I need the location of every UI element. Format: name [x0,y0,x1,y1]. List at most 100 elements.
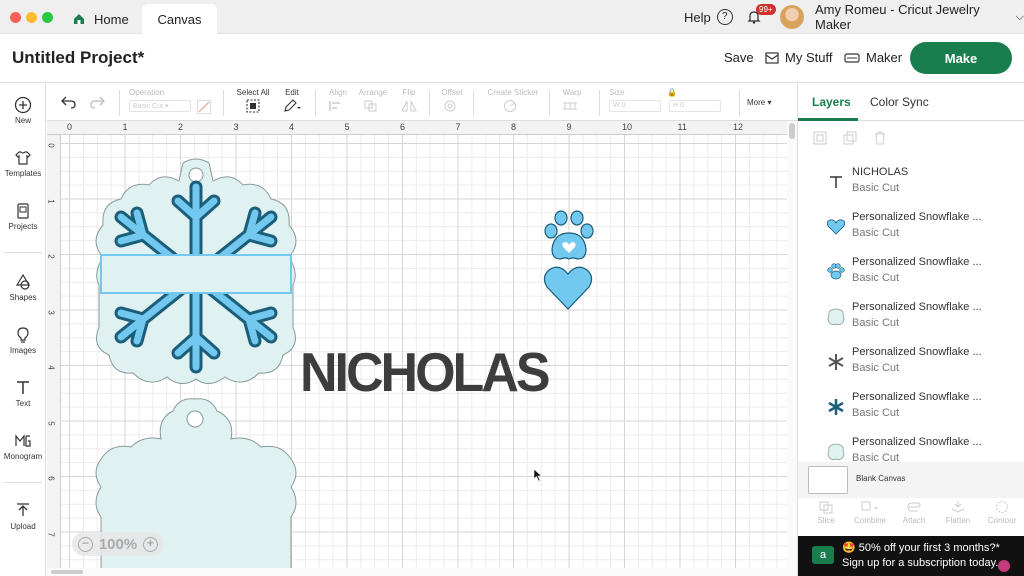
attach-button[interactable]: Attach [894,500,934,525]
ruler-tick-label: 2 [178,122,184,132]
contour-button[interactable]: Contour [982,500,1022,525]
account-menu[interactable]: Amy Romeu - Cricut Jewelry Maker ⌵ [815,0,1024,34]
ruler-tick-label: 1 [46,198,56,204]
toolbar-divider [473,90,474,116]
close-window-button[interactable] [10,12,21,23]
blank-canvas-row[interactable]: Blank Canvas [798,462,1024,498]
warp-button[interactable]: Warp [557,88,587,115]
home-icon [74,14,84,24]
zoom-in-button[interactable]: + [143,536,158,552]
flip-button[interactable]: Flip [397,88,421,115]
layer-bottom-actions: Slice Combine Attach Flatten Contour [798,498,1024,536]
page-title[interactable]: Untitled Project* [12,48,144,68]
text-t-icon [830,176,842,188]
vertical-scroll-thumb[interactable] [789,123,795,139]
help-button[interactable]: Help ? [684,0,733,34]
sidebar-item-upload[interactable]: Upload [0,502,46,531]
height-input[interactable]: H 0 [669,100,721,112]
mouse-cursor-icon [533,468,543,482]
zoom-out-button[interactable]: − [78,536,93,552]
layer-row[interactable]: Personalized Snowflake ... Basic Cut [808,297,1013,341]
heart-icon [826,219,846,235]
layer-row[interactable]: Personalized Snowflake ... Basic Cut [808,342,1013,386]
create-sticker-button[interactable]: Create Sticker [483,88,543,115]
sidebar-item-text[interactable]: Text [0,379,46,408]
sidebar-item-images[interactable]: Images [0,326,46,355]
sidebar-item-new[interactable]: New [0,96,46,125]
horizontal-scrollbar[interactable] [47,568,797,576]
toolbar-divider [599,90,600,116]
linetype-swatch-icon[interactable] [197,100,211,114]
select-all-button[interactable]: Select All [233,88,273,116]
duplicate-icon[interactable] [842,130,858,146]
shirt-icon [15,151,31,165]
sidebar-item-templates[interactable]: Templates [0,149,46,178]
group-icon[interactable] [812,130,828,146]
flatten-button[interactable]: Flatten [938,500,978,525]
make-button[interactable]: Make [910,42,1012,74]
operation-select[interactable]: Basic Cut ▾ [129,100,191,112]
arrange-icon [364,100,377,112]
machine-icon [844,52,860,63]
promo-banner[interactable]: a 🤩 50% off your first 3 months?* Sign u… [798,536,1024,576]
chevron-down-icon: ⌵ [1015,10,1024,23]
tab-layers[interactable]: Layers [812,95,851,109]
trash-icon[interactable] [872,130,888,146]
make-label: Make [944,50,978,66]
flatten-label: Flatten [945,516,971,525]
align-button[interactable]: Align [325,88,351,115]
sidebar-item-shapes[interactable]: Shapes [0,273,46,302]
sidebar-item-monogram[interactable]: Monogram [0,432,46,461]
sidebar-item-label: New [14,116,31,125]
layers-panel: Layers Color Sync NICHOLAS Basic Cut Per… [797,84,1024,576]
edit-button[interactable]: Edit [277,88,307,116]
maker-button[interactable]: Maker [844,50,902,65]
my-stuff-label: My Stuff [785,50,833,65]
vertical-scrollbar[interactable] [787,121,797,568]
projects-icon [17,203,29,219]
tag-outline-icon [827,443,845,461]
layer-row[interactable]: Personalized Snowflake ... Basic Cut [808,207,1013,251]
ruler-tick-label: 6 [46,476,56,481]
maximize-window-button[interactable] [42,12,53,23]
sidebar-item-projects[interactable]: Projects [0,202,46,231]
lock-icon[interactable]: 🔒 [667,88,677,97]
record-indicator-icon [998,560,1010,572]
heart-design[interactable] [543,265,593,311]
paw-print-design[interactable] [542,209,598,263]
layer-row[interactable]: Personalized Snowflake ... Basic Cut [808,252,1013,296]
avatar[interactable] [780,0,804,34]
window-titlebar: Home Canvas Help ? 99+ Amy Romeu - Cricu… [0,0,1024,34]
tab-canvas[interactable]: Canvas [142,4,217,34]
sidebar-item-label: Upload [10,522,36,531]
nicholas-text-object[interactable]: NICHOLAS [300,342,551,405]
undo-icon[interactable] [61,95,77,109]
notifications-button[interactable]: 99+ [746,0,776,34]
flip-icon [401,100,417,112]
offset-button[interactable]: Offset [437,88,467,115]
horizontal-scroll-thumb[interactable] [51,570,83,574]
tab-home[interactable]: Home [72,4,129,34]
combine-button[interactable]: Combine [850,500,890,525]
slice-button[interactable]: Slice [806,500,846,525]
more-button[interactable]: More ▾ [747,98,771,107]
monogram-icon [15,434,31,447]
snowflake-tag-design[interactable] [93,157,299,389]
zoom-level: 100% [98,535,138,553]
minimize-window-button[interactable] [26,12,37,23]
edit-toolbar: Operation Basic Cut ▾ Select All Edit Al… [47,84,797,121]
my-stuff-button[interactable]: My Stuff [765,50,832,65]
layer-row[interactable]: Personalized Snowflake ... Basic Cut [808,387,1013,431]
arrange-button[interactable]: Arrange [357,88,389,115]
tab-color-sync[interactable]: Color Sync [870,95,929,109]
plus-circle-icon [14,96,32,114]
align-label: Align [329,88,347,97]
height-value: 0 [680,102,684,109]
save-button[interactable]: Save [724,50,754,65]
layer-row[interactable]: NICHOLAS Basic Cut [808,162,1013,206]
tab-canvas-label: Canvas [157,11,202,27]
question-icon: ? [716,9,733,25]
create-sticker-label: Create Sticker [487,88,539,97]
redo-icon[interactable] [89,95,105,109]
width-input[interactable]: W 0 [609,100,661,112]
